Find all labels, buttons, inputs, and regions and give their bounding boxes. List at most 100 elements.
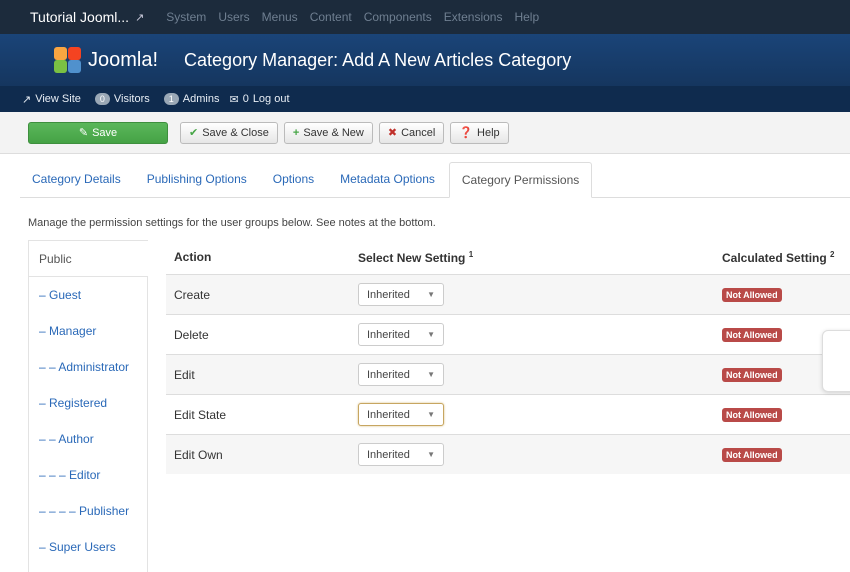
cancel-button[interactable]: ✖ Cancel bbox=[378, 121, 445, 144]
logo-text: Joomla! bbox=[88, 48, 159, 71]
header-action: Action bbox=[174, 250, 212, 264]
note-2-sup: 2 bbox=[830, 249, 835, 259]
tab-options[interactable]: Options bbox=[261, 161, 326, 197]
visitors-label: Visitors bbox=[113, 93, 150, 105]
envelope-icon: ✉ bbox=[229, 93, 239, 106]
plus-icon: + bbox=[292, 126, 300, 139]
popover-edge bbox=[822, 330, 850, 392]
not-allowed-badge: Not Allowed bbox=[722, 288, 782, 302]
site-name: Tutorial Jooml... bbox=[30, 9, 130, 25]
user-groups-list: Public – Guest – Manager – – Administrat… bbox=[28, 240, 148, 572]
action-name: Edit bbox=[174, 367, 195, 382]
caret-down-icon: ▼ bbox=[427, 410, 435, 419]
tab-publishing-options[interactable]: Publishing Options bbox=[135, 161, 259, 197]
menu-users[interactable]: Users bbox=[218, 10, 249, 24]
menu-content[interactable]: Content bbox=[310, 10, 352, 24]
external-link-icon: ↗ bbox=[135, 11, 145, 24]
action-name: Edit Own bbox=[174, 447, 223, 462]
action-name: Edit State bbox=[174, 407, 227, 422]
tab-category-details[interactable]: Category Details bbox=[20, 161, 133, 197]
group-public[interactable]: Public bbox=[29, 241, 148, 277]
external-link-icon: ↗ bbox=[22, 93, 32, 106]
not-allowed-badge: Not Allowed bbox=[722, 448, 782, 462]
top-menu-bar: Tutorial Jooml... ↗ System Users Menus C… bbox=[0, 0, 850, 34]
menu-extensions[interactable]: Extensions bbox=[444, 10, 503, 24]
site-link[interactable]: Tutorial Jooml... ↗ bbox=[30, 9, 144, 25]
view-site-link[interactable]: ↗ View Site bbox=[22, 93, 81, 106]
menu-help[interactable]: Help bbox=[514, 10, 539, 24]
caret-down-icon: ▼ bbox=[427, 330, 435, 339]
group-administrator[interactable]: – – Administrator bbox=[29, 349, 147, 385]
permission-select[interactable]: Inherited ▼ bbox=[358, 403, 444, 426]
action-name: Create bbox=[174, 287, 211, 302]
header-setting-text: Select New Setting bbox=[358, 250, 466, 265]
setting-cell: Inherited ▼ bbox=[352, 443, 716, 466]
menu-system[interactable]: System bbox=[166, 10, 206, 24]
category-tabs: Category Details Publishing Options Opti… bbox=[20, 162, 850, 198]
action-name: Delete bbox=[174, 327, 209, 342]
status-bar: ↗ View Site 0 Visitors 1 Admins ✉ 0 Log … bbox=[0, 86, 850, 112]
setting-cell: Inherited ▼ bbox=[352, 363, 716, 386]
group-registered[interactable]: – Registered bbox=[29, 385, 147, 421]
permission-select[interactable]: Inherited ▼ bbox=[358, 323, 444, 346]
admins-count-badge: 1 bbox=[163, 93, 179, 105]
save-button-label: Save bbox=[92, 126, 118, 139]
header-calc-text: Calculated Setting bbox=[722, 250, 827, 265]
table-row: Edit State Inherited ▼ Not Allowed bbox=[166, 394, 850, 434]
caret-down-icon: ▼ bbox=[427, 450, 435, 459]
select-value: Inherited bbox=[367, 288, 410, 301]
tab-category-permissions[interactable]: Category Permissions bbox=[448, 162, 593, 198]
save-new-button[interactable]: + Save & New bbox=[283, 121, 373, 144]
help-button[interactable]: ❓ Help bbox=[450, 121, 509, 144]
page-header: Joomla! Category Manager: Add A New Arti… bbox=[0, 34, 850, 86]
caret-down-icon: ▼ bbox=[427, 290, 435, 299]
group-author[interactable]: – – Author bbox=[29, 421, 147, 457]
tab-metadata-options[interactable]: Metadata Options bbox=[328, 161, 447, 197]
menu-components[interactable]: Components bbox=[364, 10, 432, 24]
visitors-status: 0 Visitors bbox=[91, 93, 150, 105]
save-new-label: Save & New bbox=[303, 126, 364, 139]
group-editor[interactable]: – – – Editor bbox=[29, 457, 147, 493]
not-allowed-badge: Not Allowed bbox=[722, 408, 782, 422]
select-value: Inherited bbox=[367, 368, 410, 381]
not-allowed-badge: Not Allowed bbox=[722, 328, 782, 342]
save-close-button[interactable]: ✔ Save & Close bbox=[180, 121, 278, 144]
admins-status: 1 Admins bbox=[160, 93, 219, 105]
table-row: Create Inherited ▼ Not Allowed bbox=[166, 274, 850, 314]
group-super-users[interactable]: – Super Users bbox=[29, 529, 147, 565]
visitors-count-badge: 0 bbox=[94, 93, 110, 105]
group-manager[interactable]: – Manager bbox=[29, 313, 147, 349]
table-header: Action Select New Setting 1 Calculated S… bbox=[166, 240, 850, 274]
help-label: Help bbox=[477, 126, 500, 139]
permissions-table: Action Select New Setting 1 Calculated S… bbox=[166, 240, 850, 474]
joomla-logo-icon bbox=[52, 45, 84, 75]
note-1-sup: 1 bbox=[468, 249, 474, 259]
table-row: Edit Own Inherited ▼ Not Allowed bbox=[166, 434, 850, 474]
save-button[interactable]: ✎ Save bbox=[28, 121, 168, 144]
menu-menus[interactable]: Menus bbox=[262, 10, 298, 24]
cancel-label: Cancel bbox=[401, 126, 436, 139]
messages-count: 0 bbox=[242, 93, 249, 105]
calc-cell: Not Allowed bbox=[716, 287, 850, 302]
edit-icon: ✎ bbox=[78, 127, 89, 139]
permission-select[interactable]: Inherited ▼ bbox=[358, 363, 444, 386]
messages-status[interactable]: ✉ 0 Log out bbox=[229, 93, 289, 106]
group-publisher[interactable]: – – – – Publisher bbox=[29, 493, 147, 529]
joomla-logo[interactable]: Joomla! bbox=[52, 45, 158, 75]
cancel-circle-icon: ✖ bbox=[387, 127, 398, 139]
check-icon: ✔ bbox=[189, 127, 199, 139]
group-guest[interactable]: – Guest bbox=[29, 277, 147, 313]
setting-cell: Inherited ▼ bbox=[352, 283, 716, 306]
groups-divider bbox=[147, 276, 148, 572]
not-allowed-badge: Not Allowed bbox=[722, 368, 782, 382]
select-value: Inherited bbox=[367, 448, 410, 461]
setting-cell: Inherited ▼ bbox=[352, 403, 716, 426]
permission-select[interactable]: Inherited ▼ bbox=[358, 283, 444, 306]
permission-select[interactable]: Inherited ▼ bbox=[358, 443, 444, 466]
logout-link[interactable]: Log out bbox=[253, 93, 290, 105]
caret-down-icon: ▼ bbox=[427, 370, 435, 379]
setting-cell: Inherited ▼ bbox=[352, 323, 716, 346]
page-title: Category Manager: Add A New Articles Cat… bbox=[184, 49, 572, 70]
select-value: Inherited bbox=[367, 408, 410, 421]
table-row: Edit Inherited ▼ Not Allowed bbox=[166, 354, 850, 394]
